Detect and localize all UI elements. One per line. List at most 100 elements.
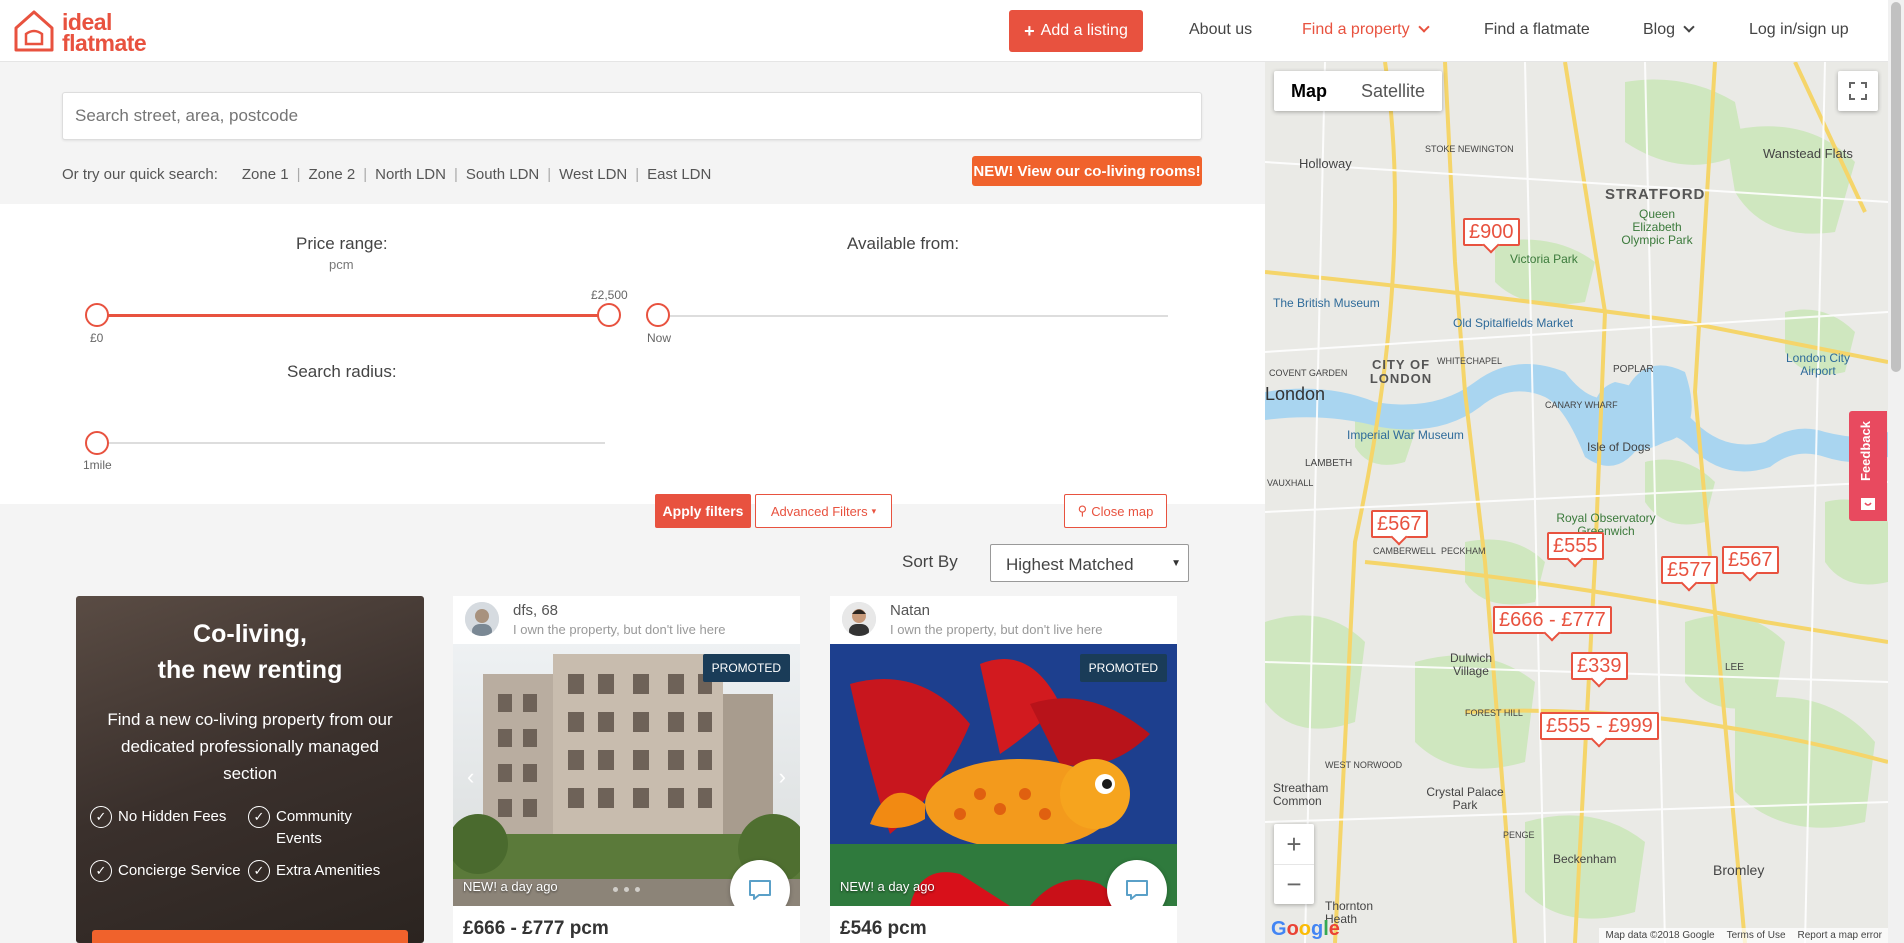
radius-track — [97, 442, 605, 444]
map-marker-icon: ⚲ — [1077, 503, 1088, 518]
feature-concierge: ✓ Concierge Service — [90, 860, 241, 882]
feature-extra-amenities: ✓ Extra Amenities — [248, 860, 380, 882]
zoom-out-button[interactable]: − — [1274, 864, 1314, 904]
quick-search-label: Or try our quick search: — [62, 166, 218, 183]
owner-status: I own the property, but don't live here — [890, 622, 1103, 637]
fullscreen-icon — [1849, 82, 1867, 100]
property-map[interactable]: Map Satellite Holloway STOKE NEWINGTON W… — [1265, 62, 1888, 943]
nav-login[interactable]: Log in/sign up — [1749, 21, 1849, 39]
plus-icon: + — [1024, 20, 1035, 41]
chevron-left-icon[interactable]: ‹ — [467, 764, 474, 790]
results-panel: Or try our quick search: Zone 1| Zone 2|… — [0, 62, 1265, 943]
map-label: Queen Elizabeth Olympic Park — [1621, 207, 1693, 247]
map-label: Wanstead Flats — [1763, 146, 1853, 161]
avatar — [842, 602, 876, 636]
quick-link-zone1[interactable]: Zone 1 — [242, 166, 289, 183]
listing-price: £666 - £777 pcm — [463, 918, 609, 939]
map-label: FOREST HILL — [1465, 708, 1523, 718]
zoom-in-button[interactable]: + — [1274, 824, 1314, 864]
feedback-tab[interactable]: Feedback — [1849, 411, 1887, 521]
terms-link[interactable]: Terms of Use — [1727, 930, 1786, 941]
map-label: WHITECHAPEL — [1437, 356, 1503, 366]
nav-find-property[interactable]: Find a property — [1302, 21, 1430, 39]
promoted-badge: PROMOTED — [702, 654, 790, 682]
owner-name: dfs, 68 — [513, 602, 559, 619]
chevron-down-icon: ▾ — [871, 505, 877, 516]
quick-link-north[interactable]: North LDN — [375, 166, 446, 183]
listing-photo[interactable]: PROMOTED NEW! a day ago — [830, 644, 1177, 906]
map-price-pin[interactable]: £555 — [1547, 532, 1604, 560]
logo-line-2: flatmate — [62, 30, 147, 56]
feature-community-events: ✓ Community Events — [248, 806, 398, 850]
promo-title-line-1: Co-living, — [193, 620, 307, 648]
quick-link-east[interactable]: East LDN — [647, 166, 711, 183]
available-handle[interactable] — [646, 303, 670, 327]
quick-link-zone2[interactable]: Zone 2 — [309, 166, 356, 183]
map-label: London City Airport — [1785, 351, 1851, 378]
map-label: Imperial War Museum — [1347, 428, 1464, 442]
avatar — [465, 602, 499, 636]
map-price-pin[interactable]: £555 - £999 — [1540, 712, 1659, 740]
promo-text: Find a new co-living property from our d… — [107, 710, 393, 783]
map-price-pin[interactable]: £567 — [1371, 510, 1428, 538]
map-label: STOKE NEWINGTON — [1425, 144, 1514, 154]
caret-down-icon: ▼ — [1171, 558, 1181, 569]
page-scrollbar[interactable] — [1888, 0, 1904, 943]
map-price-pin[interactable]: £900 — [1463, 218, 1520, 246]
new-tag: NEW! a day ago — [840, 879, 935, 894]
scrollbar-thumb[interactable] — [1891, 2, 1901, 372]
search-radius-label: Search radius: — [287, 362, 397, 381]
sort-select[interactable]: Highest Matched ▼ — [990, 544, 1189, 582]
map-label: WEST NORWOOD — [1325, 760, 1403, 770]
radius-handle[interactable] — [85, 431, 109, 455]
report-error-link[interactable]: Report a map error — [1798, 930, 1882, 941]
map-data-credit: Map data ©2018 Google — [1605, 930, 1715, 941]
map-price-pin[interactable]: £577 — [1661, 556, 1718, 584]
apply-filters-button[interactable]: Apply filters — [655, 494, 751, 528]
map-type-satellite[interactable]: Satellite — [1344, 71, 1442, 111]
price-max-label: £2,500 — [591, 288, 628, 302]
add-listing-button[interactable]: + Add a listing — [1009, 10, 1143, 52]
close-map-button[interactable]: ⚲ Close map — [1064, 494, 1167, 528]
listing-price: £546 pcm — [840, 918, 927, 939]
listing-card[interactable]: dfs, 68 I own the property, but don't li… — [453, 596, 800, 943]
quick-link-west[interactable]: West LDN — [559, 166, 627, 183]
chevron-right-icon[interactable]: › — [779, 764, 786, 790]
chevron-down-icon — [1417, 21, 1430, 33]
search-input[interactable] — [62, 92, 1202, 140]
map-label: PECKHAM — [1441, 546, 1486, 556]
map-label: LEE — [1725, 662, 1744, 673]
coliving-button[interactable]: NEW! View our co-living rooms! — [972, 156, 1202, 186]
nav-blog[interactable]: Blog — [1643, 21, 1695, 39]
advanced-filters-button[interactable]: Advanced Filters ▾ — [755, 494, 892, 528]
quick-link-south[interactable]: South LDN — [466, 166, 539, 183]
listing-card[interactable]: Natan I own the property, but don't live… — [830, 596, 1177, 943]
logo[interactable]: ideal flatmate — [12, 8, 172, 56]
map-price-pin[interactable]: £567 — [1722, 546, 1779, 574]
price-max-handle[interactable] — [597, 303, 621, 327]
fullscreen-button[interactable] — [1838, 71, 1878, 111]
map-price-pin[interactable]: £666 - £777 — [1493, 606, 1612, 634]
map-label: CANARY WHARF — [1545, 400, 1618, 410]
promo-cta-button[interactable] — [92, 930, 408, 943]
map-type-map[interactable]: Map — [1274, 71, 1344, 111]
price-min-label: £0 — [90, 331, 104, 345]
map-label: Beckenham — [1553, 852, 1617, 866]
map-label: Old Spitalfields Market — [1453, 316, 1574, 330]
owner-status: I own the property, but don't live here — [513, 622, 726, 637]
nav-about[interactable]: About us — [1189, 21, 1252, 39]
check-icon: ✓ — [248, 806, 270, 828]
map-tiles — [1265, 62, 1888, 943]
radius-value-label: 1mile — [83, 458, 112, 472]
chevron-down-icon — [1683, 21, 1695, 33]
coliving-promo-card[interactable]: Co-living, the new renting Find a new co… — [76, 596, 424, 943]
map-label: COVENT GARDEN — [1269, 368, 1348, 378]
map-label: Bromley — [1713, 862, 1765, 878]
nav-find-flatmate[interactable]: Find a flatmate — [1484, 21, 1590, 39]
zoom-control: + − — [1274, 824, 1314, 904]
chat-icon — [749, 880, 771, 900]
listing-photo[interactable]: ‹ › PROMOTED NEW! a day ago — [453, 644, 800, 906]
map-price-pin[interactable]: £339 — [1571, 652, 1628, 680]
available-value-label: Now — [647, 331, 672, 345]
price-min-handle[interactable] — [85, 303, 109, 327]
